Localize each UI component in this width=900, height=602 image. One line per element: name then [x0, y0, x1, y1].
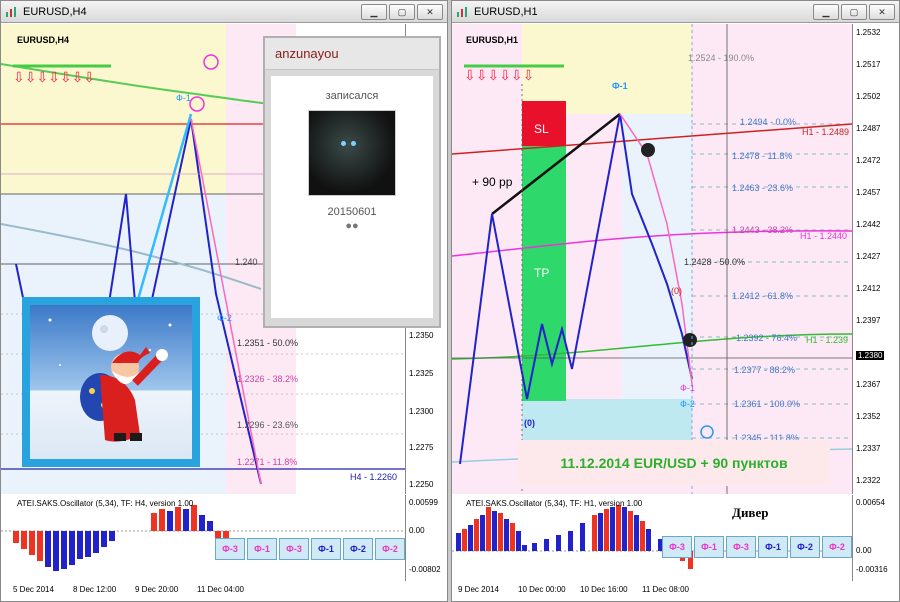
user-popup[interactable]: anzunayou записался 20150601 ●●: [263, 36, 441, 328]
fib-label: 1.2428 - 50.0%: [684, 257, 746, 267]
fib-label: 1.2326 - 38.2%: [237, 374, 299, 384]
oscillator-title: ATEI.SAKS.Oscillator (5,34), TF: H4, ver…: [17, 499, 194, 508]
wave-label: Ф-1: [612, 81, 628, 91]
popup-username[interactable]: anzunayou: [265, 38, 439, 70]
fib-button[interactable]: Ф-2: [375, 538, 405, 560]
right-titlebar[interactable]: EURUSD,H1 ▁ ▢ ✕: [452, 1, 899, 23]
fib-button[interactable]: Ф-3: [726, 536, 756, 558]
current-price-tag: H4 - 1.2260: [350, 472, 398, 482]
minimize-button[interactable]: ▁: [813, 4, 839, 20]
fib-label: 1.2296 - 23.6%: [237, 420, 299, 430]
close-button[interactable]: ✕: [869, 4, 895, 20]
fib-label: 1.2377 - 88.2%: [734, 365, 796, 375]
fib-label: 1.2351 - 50.0%: [237, 338, 299, 348]
chart-icon: [6, 6, 16, 17]
left-time-axis: 5 Dec 2014 8 Dec 12:00 9 Dec 20:00 11 De…: [13, 585, 244, 594]
right-osc-axis: 0.00654 0.00 -0.00316: [852, 495, 896, 581]
fib-label: 1.2412 - 61.8%: [732, 291, 794, 301]
h1-tag: H1 - 1.239: [806, 335, 849, 345]
wave-label: (0): [524, 418, 535, 428]
fib-button[interactable]: Ф-3: [215, 538, 245, 560]
maximize-button[interactable]: ▢: [389, 4, 415, 20]
window-title: EURUSD,H4: [23, 5, 87, 18]
wave-label: Ф-2: [217, 313, 232, 323]
svg-text:⇩⇩⇩⇩⇩⇩: ⇩⇩⇩⇩⇩⇩: [464, 67, 534, 83]
svg-text:⇩⇩⇩⇩⇩⇩⇩: ⇩⇩⇩⇩⇩⇩⇩: [13, 69, 95, 85]
fib-label: 1.2271 - 11.8%: [237, 457, 298, 467]
window-title: EURUSD,H1: [474, 5, 538, 18]
fib-button[interactable]: Ф-2: [790, 536, 820, 558]
santa-illustration: [48, 315, 172, 442]
fib-button[interactable]: Ф-1: [694, 536, 724, 558]
fib-button[interactable]: Ф-3: [662, 536, 692, 558]
popup-date: 20150601: [327, 206, 377, 218]
chart-icon: [457, 6, 467, 17]
wave-label: Ф-1: [176, 93, 191, 103]
sell-arrows: ⇩⇩⇩⇩⇩⇩⇩: [13, 69, 95, 85]
fib-button[interactable]: Ф-2: [822, 536, 852, 558]
popup-caption: записался: [325, 90, 379, 102]
fib-label: 1.2478 - 11.8%: [732, 151, 793, 161]
fib-label: 1.2494 - 0.0%: [740, 117, 797, 127]
popup-body: записался 20150601 ●●: [271, 76, 433, 318]
fib-label: 1.2463 - 23.6%: [732, 183, 794, 193]
fib-button[interactable]: Ф-3: [279, 538, 309, 560]
avatar[interactable]: [308, 110, 396, 196]
chart-symbol: EURUSD,H1: [466, 35, 519, 45]
santa-image: [22, 297, 200, 467]
fib-label: 1.2524 - 190.0%: [688, 53, 755, 63]
fib-button[interactable]: Ф-1: [247, 538, 277, 560]
pp-label: + 90 pp: [472, 175, 513, 189]
close-button[interactable]: ✕: [417, 4, 443, 20]
result-banner: 11.12.2014 EUR/USD + 90 пунктов: [518, 440, 830, 486]
h1-tag: H1 - 1.2489: [802, 127, 850, 137]
popup-dots: ●●: [345, 220, 359, 232]
right-price-axis: 1.2532 1.2517 1.2502 1.2487 1.2472 1.245…: [852, 24, 896, 494]
tp-label: TP: [534, 266, 550, 280]
h1-tag: H1 - 1.2440: [800, 231, 848, 241]
fib-button[interactable]: Ф-2: [343, 538, 373, 560]
fib-label: 1.2392 - 76.4%: [736, 333, 798, 343]
right-chart-window[interactable]: EURUSD,H1 ▁ ▢ ✕ ⇩⇩⇩⇩⇩⇩ SL TP + 90 pp Ф-1…: [451, 0, 900, 602]
wave-label: (0): [671, 286, 682, 296]
diver-label: Дивер: [732, 505, 769, 520]
right-time-axis: 9 Dec 2014 10 Dec 00:00 10 Dec 16:00 11 …: [458, 585, 689, 594]
wave-label: Ф-1: [680, 383, 695, 393]
oscillator-title: ATEI.SAKS.Oscillator (5,34), TF: H1, ver…: [466, 499, 643, 508]
fib-button[interactable]: Ф-1: [758, 536, 788, 558]
maximize-button[interactable]: ▢: [841, 4, 867, 20]
sl-label: SL: [534, 122, 549, 136]
chart-symbol: EURUSD,H4: [17, 35, 70, 45]
fib-button[interactable]: Ф-1: [311, 538, 341, 560]
fib-label: 1.2443 - 38.2%: [732, 225, 794, 235]
wave-label: Ф-2: [680, 399, 695, 409]
left-titlebar[interactable]: EURUSD,H4 ▁ ▢ ✕: [1, 1, 447, 23]
left-osc-axis: 0.00599 0.00 -0.00802: [405, 495, 449, 581]
fib-label: 1.240: [235, 257, 258, 267]
right-price-chart[interactable]: ⇩⇩⇩⇩⇩⇩: [452, 24, 852, 494]
fib-label: 1.2361 - 100.0%: [734, 399, 801, 409]
minimize-button[interactable]: ▁: [361, 4, 387, 20]
